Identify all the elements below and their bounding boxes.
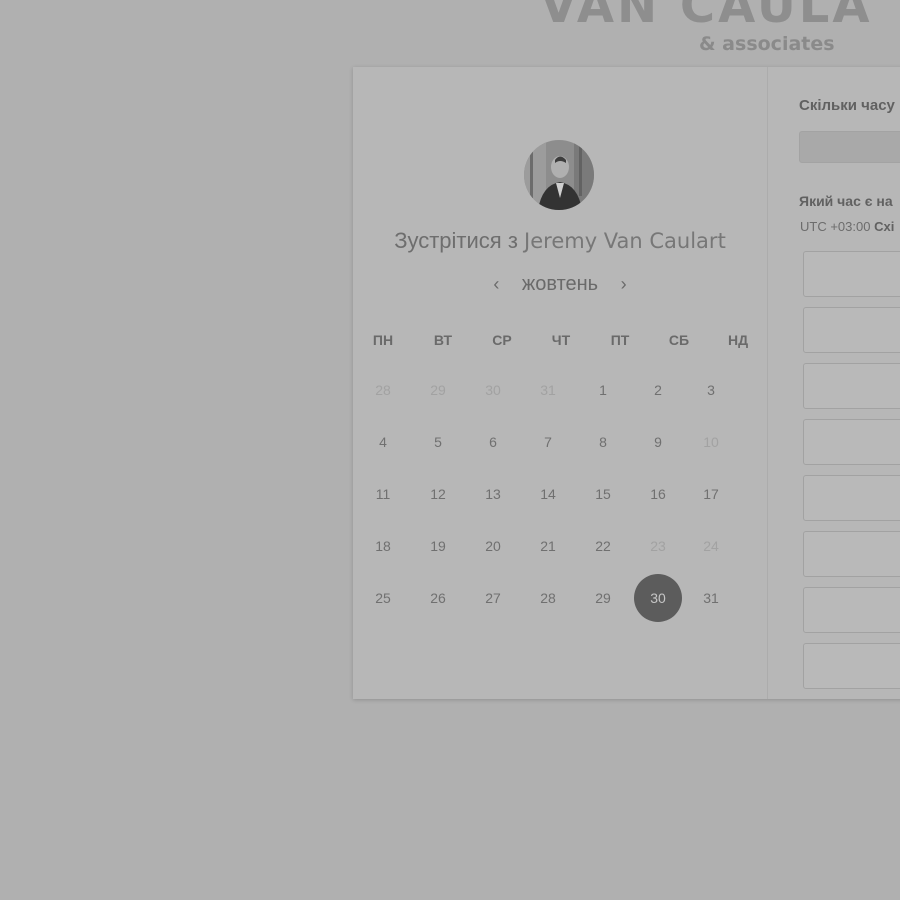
timezone-label[interactable]: UTC +03:00 Схі: [800, 219, 894, 234]
calendar-day: 23: [650, 538, 666, 554]
calendar-day[interactable]: 26: [418, 586, 458, 610]
booking-card: Зустрітися з Jeremy Van Caulart ‹ жовтен…: [353, 67, 900, 699]
calendar-day[interactable]: 29: [583, 586, 623, 610]
calendar-day[interactable]: 4: [363, 430, 403, 454]
calendar-day[interactable]: 7: [528, 430, 568, 454]
calendar-day[interactable]: 22: [583, 534, 623, 558]
calendar-day[interactable]: 28: [528, 586, 568, 610]
calendar-day-selected[interactable]: 30: [634, 574, 682, 622]
calendar-day[interactable]: 14: [528, 482, 568, 506]
time-question: Який час є на: [799, 193, 893, 209]
weekday-label: ЧТ: [551, 332, 571, 348]
calendar-day[interactable]: 15: [583, 482, 623, 506]
calendar-day: 24: [703, 538, 719, 554]
host-name: Jeremy Van Caulart: [524, 229, 726, 253]
duration-selector[interactable]: [799, 131, 900, 163]
calendar-day[interactable]: 16: [638, 482, 678, 506]
weekday-label: ПТ: [610, 332, 630, 348]
month-navigation: ‹ жовтень ›: [353, 273, 767, 296]
calendar-panel: Зустрітися з Jeremy Van Caulart ‹ жовтен…: [353, 67, 767, 699]
calendar-day[interactable]: 2: [638, 378, 678, 402]
calendar-day[interactable]: 5: [418, 430, 458, 454]
time-slot-button[interactable]: [803, 307, 900, 353]
calendar-day[interactable]: 6: [473, 430, 513, 454]
timezone-name: Схі: [874, 219, 895, 234]
calendar-day[interactable]: 18: [363, 534, 403, 558]
weekday-label: НД: [727, 332, 749, 348]
chevron-left-icon[interactable]: ‹: [486, 274, 506, 295]
calendar-day[interactable]: 13: [473, 482, 513, 506]
calendar-day[interactable]: 9: [638, 430, 678, 454]
calendar-day: 10: [703, 434, 719, 450]
time-slot-button[interactable]: [803, 419, 900, 465]
time-slot-button[interactable]: [803, 251, 900, 297]
calendar-day[interactable]: 25: [363, 586, 403, 610]
calendar-day[interactable]: 11: [363, 482, 403, 506]
calendar-day[interactable]: 20: [473, 534, 513, 558]
calendar-day[interactable]: 1: [583, 378, 623, 402]
calendar-day[interactable]: 8: [583, 430, 623, 454]
weekday-label: СР: [492, 332, 512, 348]
brand-tagline: & associates: [699, 33, 835, 55]
meeting-title: Зустрітися з Jeremy Van Caulart: [353, 228, 767, 254]
calendar-day[interactable]: 21: [528, 534, 568, 558]
calendar-day: 31: [540, 382, 556, 398]
calendar-day: 29: [430, 382, 446, 398]
calendar-day: 28: [375, 382, 391, 398]
calendar-day[interactable]: 27: [473, 586, 513, 610]
brand-logo-text: VAN CAULA: [540, 0, 873, 34]
calendar-day[interactable]: 31: [691, 586, 731, 610]
weekday-label: СБ: [668, 332, 690, 348]
weekday-label: ВТ: [433, 332, 453, 348]
meeting-title-prefix: Зустрітися з: [394, 228, 518, 253]
timezone-offset: UTC +03:00: [800, 219, 871, 234]
calendar-day[interactable]: 3: [691, 378, 731, 402]
time-slot-button[interactable]: [803, 643, 900, 689]
calendar-day: 30: [485, 382, 501, 398]
host-avatar: [524, 140, 594, 210]
duration-question: Скільки часу: [799, 97, 895, 114]
time-selection-panel: Скільки часу Який час є на UTC +03:00 Сх…: [768, 67, 900, 699]
weekday-label: ПН: [372, 332, 394, 348]
time-slot-button[interactable]: [803, 363, 900, 409]
time-slot-button[interactable]: [803, 531, 900, 577]
time-slot-button[interactable]: [803, 475, 900, 521]
time-slot-button[interactable]: [803, 587, 900, 633]
calendar-day[interactable]: 12: [418, 482, 458, 506]
current-month: жовтень: [521, 273, 599, 295]
calendar-day[interactable]: 19: [418, 534, 458, 558]
chevron-right-icon[interactable]: ›: [614, 274, 634, 295]
calendar-day[interactable]: 17: [691, 482, 731, 506]
